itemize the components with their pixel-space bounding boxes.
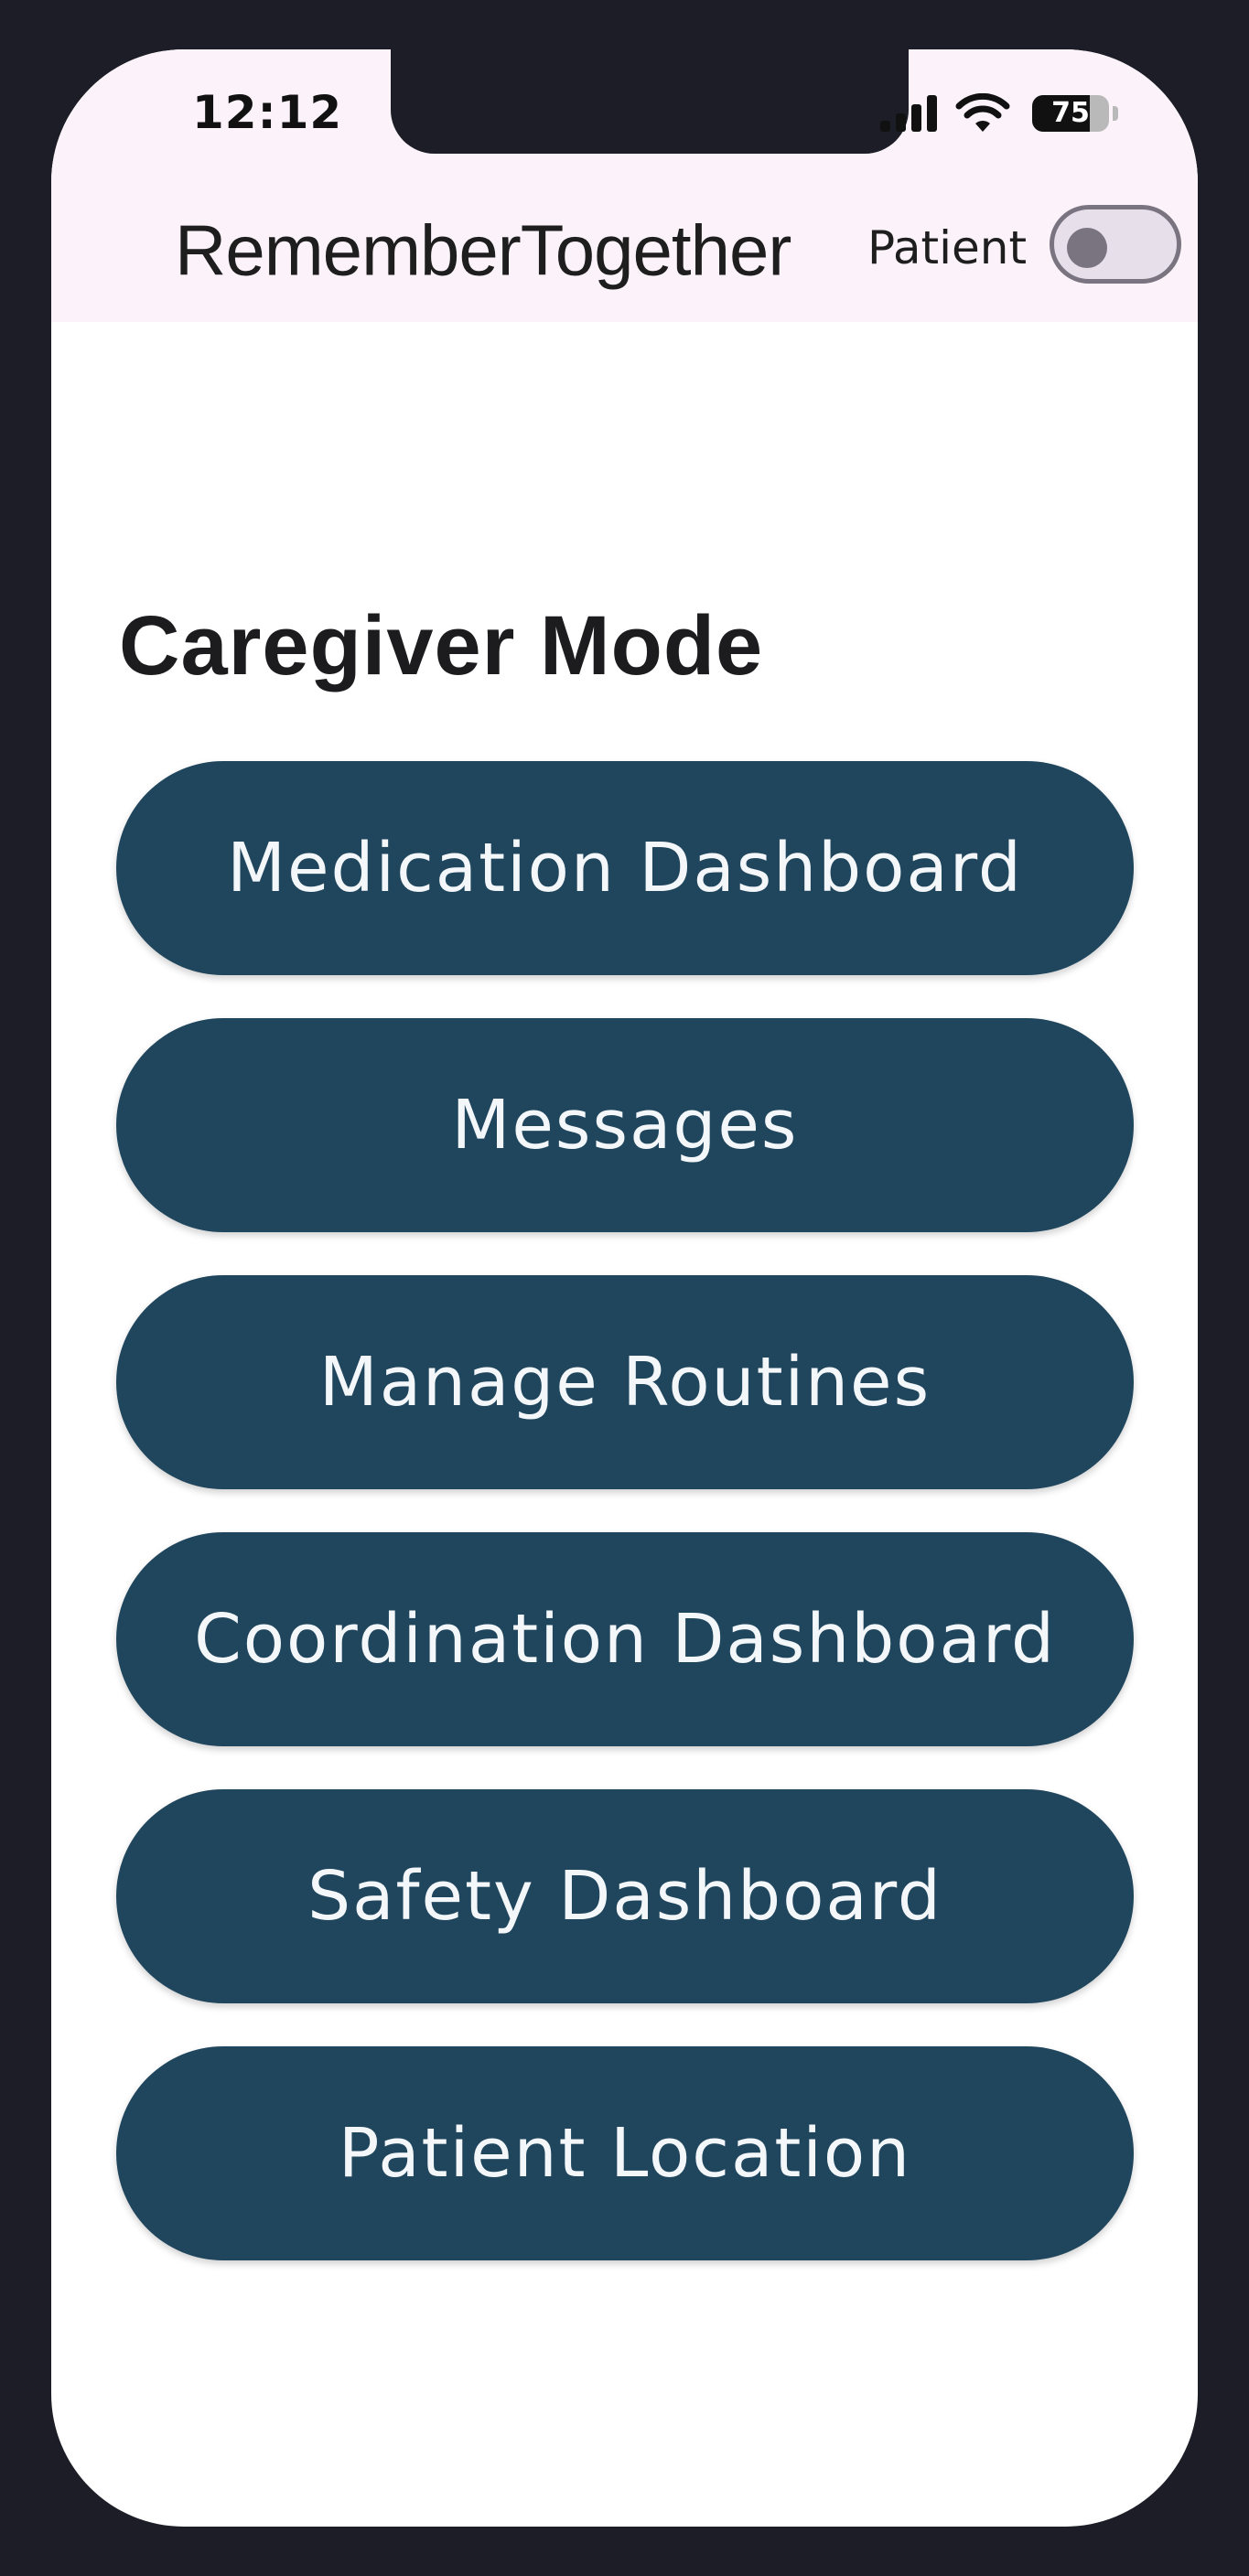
status-icons: 75 [878, 91, 1120, 135]
messages-button[interactable]: Messages [116, 1018, 1134, 1232]
caregiver-menu: Medication Dashboard Messages Manage Rou… [116, 761, 1134, 2303]
manage-routines-button[interactable]: Manage Routines [116, 1275, 1134, 1489]
app-bar: 12:12 75 RememberTogether Patient [51, 49, 1198, 322]
battery-tip [1113, 106, 1118, 121]
battery-icon: 75 [1032, 93, 1120, 134]
battery-body: 75 [1032, 95, 1109, 132]
patient-mode-toggle[interactable] [1050, 205, 1181, 284]
wifi-icon [955, 93, 1010, 132]
safety-dashboard-button[interactable]: Safety Dashboard [116, 1789, 1134, 2003]
device-notch [391, 49, 909, 154]
battery-level: 75 [1051, 97, 1090, 129]
patient-location-button[interactable]: Patient Location [116, 2046, 1134, 2260]
app-title: RememberTogether [175, 209, 791, 291]
status-time: 12:12 [192, 86, 343, 139]
signal-icon [880, 95, 937, 132]
patient-toggle-label: Patient [867, 221, 1028, 274]
app-screen: 12:12 75 RememberTogether Patient Caregi… [51, 49, 1198, 2527]
medication-dashboard-button[interactable]: Medication Dashboard [116, 761, 1134, 975]
phone-frame: 12:12 75 RememberTogether Patient Caregi… [0, 0, 1249, 2576]
coordination-dashboard-button[interactable]: Coordination Dashboard [116, 1532, 1134, 1746]
page-title: Caregiver Mode [119, 599, 764, 692]
toggle-knob [1067, 228, 1107, 268]
